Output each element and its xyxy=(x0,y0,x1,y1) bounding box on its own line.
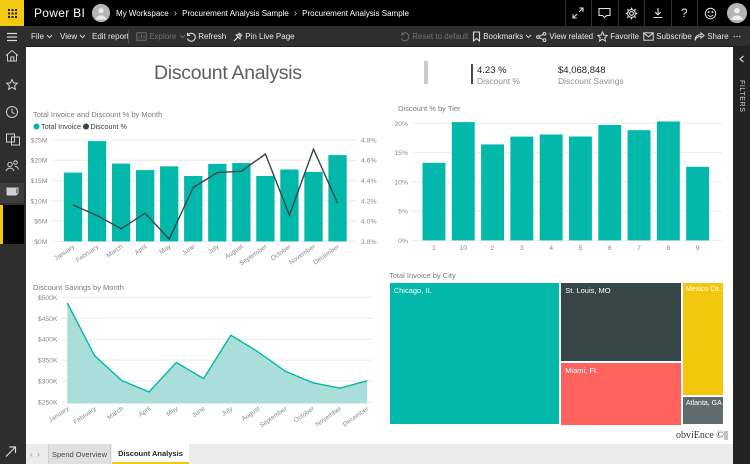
svg-text:Total Invoice: Total Invoice xyxy=(41,122,81,131)
svg-text:January: January xyxy=(53,243,77,262)
svg-text:August: August xyxy=(241,405,262,422)
svg-text:$300K: $300K xyxy=(38,379,58,386)
svg-text:$5M: $5M xyxy=(34,219,48,226)
svg-text:4: 4 xyxy=(549,245,553,252)
svg-text:10%: 10% xyxy=(394,179,408,186)
svg-text:June: June xyxy=(191,405,207,419)
svg-text:2: 2 xyxy=(491,245,495,252)
svg-text:6: 6 xyxy=(608,245,612,252)
svg-text:May: May xyxy=(165,405,180,418)
svg-text:April: April xyxy=(138,405,153,419)
svg-text:7: 7 xyxy=(637,245,641,252)
svg-text:8: 8 xyxy=(666,245,670,252)
svg-text:4.2%: 4.2% xyxy=(361,198,377,205)
svg-text:February: February xyxy=(72,405,98,426)
svg-text:$350K: $350K xyxy=(38,358,58,365)
svg-text:$0M: $0M xyxy=(34,239,48,246)
svg-text:4.8%: 4.8% xyxy=(361,137,377,144)
svg-text:April: April xyxy=(134,243,149,257)
svg-text:May: May xyxy=(158,243,173,256)
svg-text:4.4%: 4.4% xyxy=(361,178,377,185)
svg-text:5: 5 xyxy=(579,245,583,252)
svg-text:July: July xyxy=(221,405,235,418)
svg-text:0%: 0% xyxy=(398,238,408,245)
svg-text:9: 9 xyxy=(696,245,700,252)
svg-text:November: November xyxy=(314,405,343,428)
svg-text:July: July xyxy=(207,243,221,256)
svg-text:$250K: $250K xyxy=(38,400,58,407)
svg-text:3: 3 xyxy=(520,245,524,252)
svg-text:March: March xyxy=(105,243,124,259)
svg-text:3.8%: 3.8% xyxy=(361,239,377,246)
svg-text:December: December xyxy=(342,405,371,428)
svg-text:Discount %: Discount % xyxy=(91,122,128,131)
svg-text:January: January xyxy=(47,405,71,424)
svg-text:$25M: $25M xyxy=(30,137,47,144)
svg-text:$400K: $400K xyxy=(38,337,58,344)
svg-text:5%: 5% xyxy=(398,209,408,216)
svg-text:$450K: $450K xyxy=(38,316,58,323)
svg-text:$15M: $15M xyxy=(30,178,47,185)
svg-text:4.0%: 4.0% xyxy=(361,219,377,226)
svg-text:4.6%: 4.6% xyxy=(361,158,377,165)
svg-text:September: September xyxy=(238,243,269,267)
svg-text:1: 1 xyxy=(432,245,436,252)
svg-text:October: October xyxy=(293,405,317,424)
svg-text:August: August xyxy=(224,243,245,260)
svg-text:February: February xyxy=(75,243,101,264)
svg-text:December: December xyxy=(312,243,341,266)
svg-text:$20M: $20M xyxy=(30,158,47,165)
svg-text:15%: 15% xyxy=(394,150,408,157)
svg-text:$10M: $10M xyxy=(30,198,47,205)
svg-text:$500K: $500K xyxy=(38,295,58,302)
svg-text:March: March xyxy=(106,405,125,421)
svg-text:20%: 20% xyxy=(394,121,408,128)
svg-text:September: September xyxy=(258,405,289,429)
svg-text:June: June xyxy=(181,243,197,257)
svg-text:10: 10 xyxy=(459,245,467,252)
